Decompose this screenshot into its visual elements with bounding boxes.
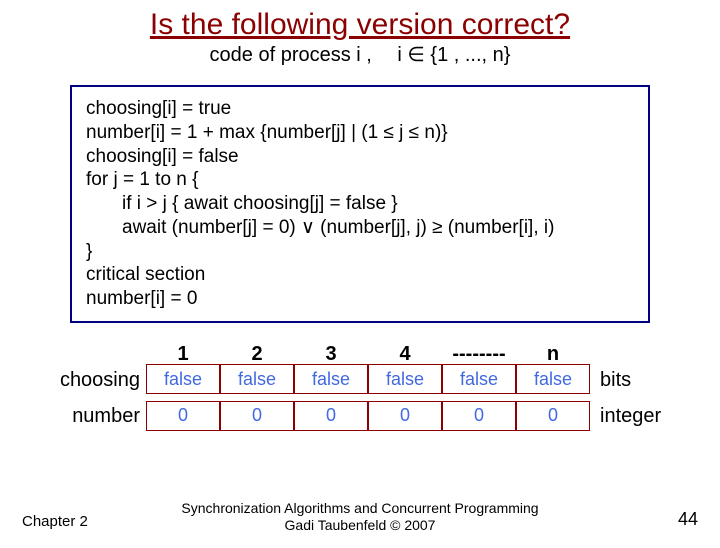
footer-credit: Synchronization Algorithms and Concurren… xyxy=(0,500,720,534)
slide-subtitle: code of process i , i ∈ {1 , ..., n} xyxy=(0,42,720,67)
code-line: choosing[i] = false xyxy=(86,145,634,169)
col-header: -------- xyxy=(442,343,516,366)
code-line: await (number[j] = 0) ∨ (number[j], j) ≥… xyxy=(122,216,634,240)
array-cell: false xyxy=(294,364,368,394)
credit-line: Gadi Taubenfeld © 2007 xyxy=(285,517,436,533)
array-diagram: 1 2 3 4 -------- n choosing false false … xyxy=(0,343,720,431)
code-box: choosing[i] = true number[i] = 1 + max {… xyxy=(70,85,650,323)
array-cell: false xyxy=(442,364,516,394)
col-header: 3 xyxy=(294,343,368,366)
number-row: number 0 0 0 0 0 0 integer xyxy=(30,402,690,431)
col-header: 1 xyxy=(146,343,220,366)
credit-line: Synchronization Algorithms and Concurren… xyxy=(181,500,538,516)
page-number: 44 xyxy=(678,509,698,530)
array-cell: 0 xyxy=(220,401,294,431)
slide-title: Is the following version correct? xyxy=(0,8,720,42)
row-label: number xyxy=(30,405,146,428)
array-cell: 0 xyxy=(294,401,368,431)
choosing-row: choosing false false false false false f… xyxy=(30,366,690,395)
col-header: 4 xyxy=(368,343,442,366)
code-line: if i > j { await choosing[j] = false } xyxy=(122,192,634,216)
row-type: bits xyxy=(590,369,690,392)
code-line: } xyxy=(86,240,634,264)
col-header: n xyxy=(516,343,590,366)
code-line: choosing[i] = true xyxy=(86,97,634,121)
code-line: critical section xyxy=(86,263,634,287)
array-cell: 0 xyxy=(516,401,590,431)
array-cell: 0 xyxy=(368,401,442,431)
code-line: number[i] = 1 + max {number[j] | (1 ≤ j … xyxy=(86,121,634,145)
col-header: 2 xyxy=(220,343,294,366)
array-cell: false xyxy=(516,364,590,394)
row-type: integer xyxy=(590,405,690,428)
array-cell: false xyxy=(220,364,294,394)
code-line: number[i] = 0 xyxy=(86,287,634,311)
row-label: choosing xyxy=(30,369,146,392)
array-cell: false xyxy=(146,364,220,394)
array-cell: 0 xyxy=(442,401,516,431)
array-cell: false xyxy=(368,364,442,394)
array-cell: 0 xyxy=(146,401,220,431)
code-line: for j = 1 to n { xyxy=(86,168,634,192)
